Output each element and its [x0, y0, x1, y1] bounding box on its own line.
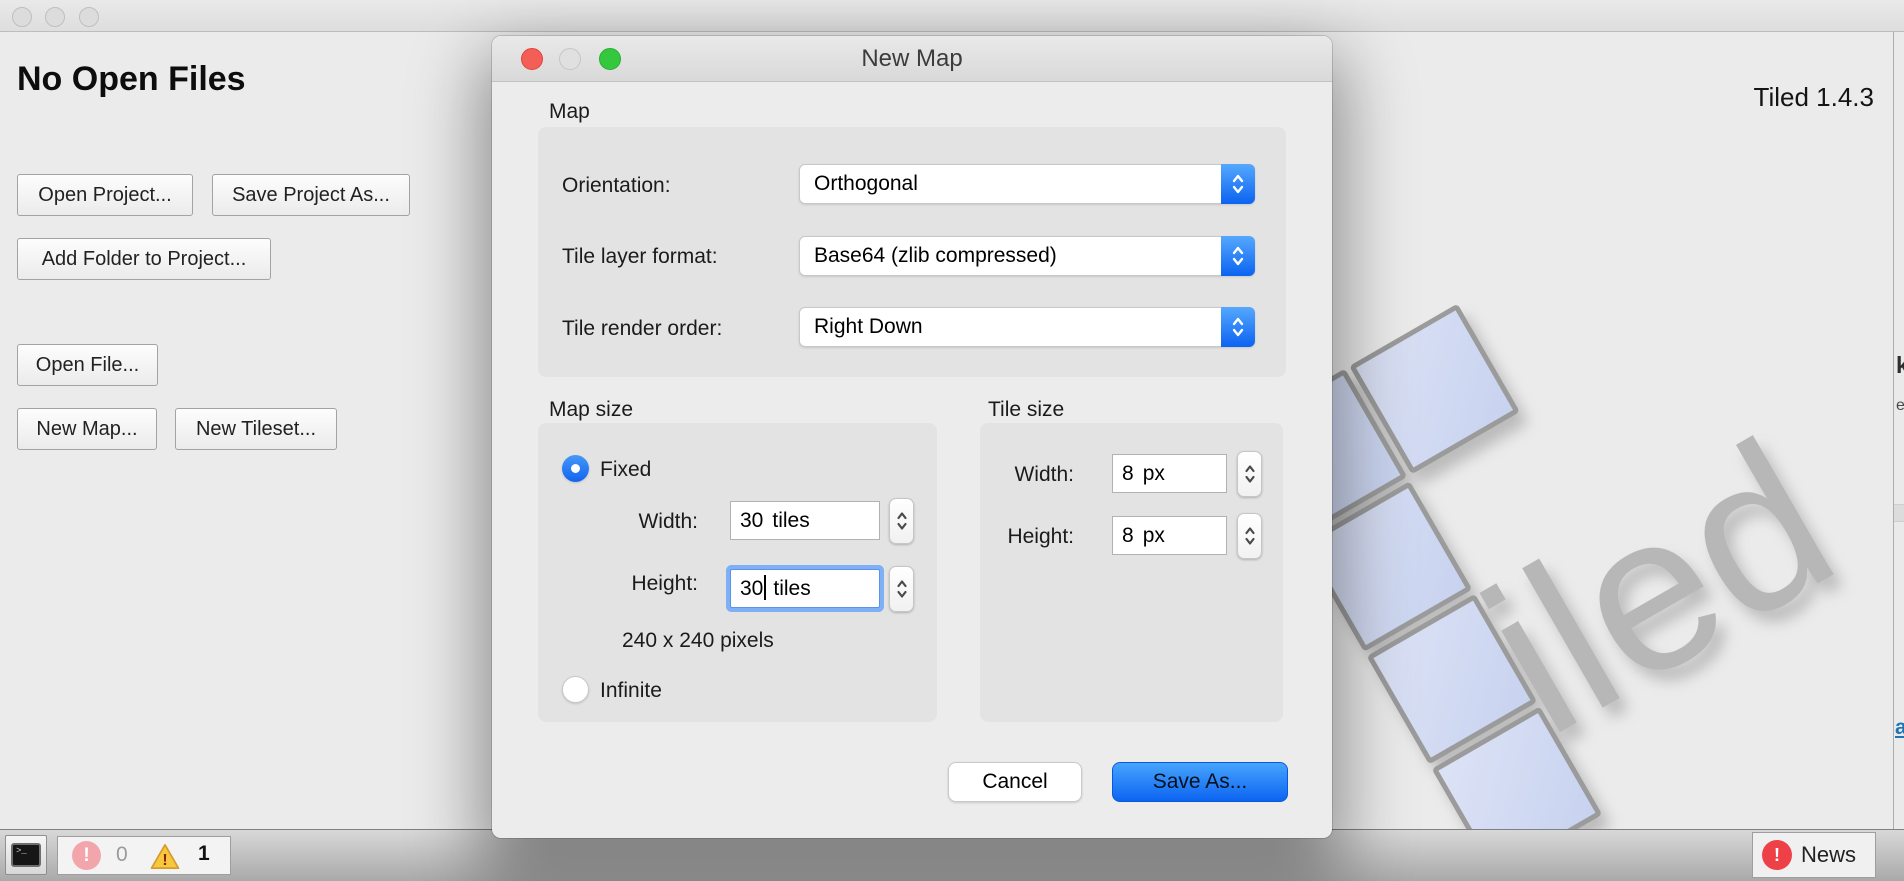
issues-counter-panel[interactable]: ! 0 ! 1 [57, 836, 231, 875]
clipped-text-fragment: e [1896, 397, 1904, 415]
minimize-window-button[interactable] [45, 7, 65, 27]
clipped-link-fragment[interactable]: a [1895, 716, 1904, 740]
clipped-divider [1894, 504, 1904, 522]
map-width-label: Width: [612, 510, 698, 534]
map-height-stepper[interactable] [889, 566, 914, 612]
map-group-label: Map [549, 100, 590, 124]
console-toggle-button[interactable]: >_ [5, 835, 47, 875]
orientation-value: Orthogonal [814, 165, 918, 203]
open-file-button[interactable]: Open File... [17, 344, 158, 386]
tile-render-order-select[interactable]: Right Down [799, 307, 1255, 347]
map-width-input[interactable]: 30tiles [730, 501, 880, 540]
tile-height-label: Height: [974, 525, 1074, 549]
fixed-radio-label: Fixed [600, 458, 651, 482]
tile-render-order-value: Right Down [814, 308, 923, 346]
right-edge-panel: k e a [1893, 32, 1904, 829]
popup-arrows-icon [1221, 307, 1255, 347]
open-project-button[interactable]: Open Project... [17, 174, 193, 216]
console-icon: >_ [11, 843, 41, 867]
popup-arrows-icon [1221, 236, 1255, 276]
map-width-stepper[interactable] [889, 498, 914, 544]
infinite-radio[interactable] [562, 676, 589, 703]
new-map-button[interactable]: New Map... [17, 408, 157, 450]
warning-icon: ! [150, 843, 180, 875]
add-folder-to-project-button[interactable]: Add Folder to Project... [17, 238, 271, 280]
popup-arrows-icon [1221, 164, 1255, 204]
error-icon: ! [72, 841, 101, 870]
tile-width-stepper[interactable] [1237, 451, 1262, 497]
error-count: 0 [116, 843, 128, 867]
tile-width-label: Width: [974, 463, 1074, 487]
map-height-label: Height: [602, 572, 698, 596]
main-window-titlebar [0, 0, 1904, 32]
fixed-radio[interactable] [562, 455, 589, 482]
zoom-window-button[interactable] [79, 7, 99, 27]
new-map-dialog: New Map Map Orientation: Orthogonal Tile… [492, 36, 1332, 838]
tile-width-input[interactable]: 8px [1112, 454, 1227, 493]
dialog-title: New Map [492, 36, 1332, 82]
map-size-group-label: Map size [549, 398, 633, 422]
new-tileset-button[interactable]: New Tileset... [175, 408, 337, 450]
news-button-label: News [1801, 842, 1856, 868]
save-as-button[interactable]: Save As... [1112, 762, 1288, 802]
save-project-as-button[interactable]: Save Project As... [212, 174, 410, 216]
clipped-text-fragment: k [1896, 352, 1904, 379]
pixel-size-summary: 240 x 240 pixels [622, 629, 774, 653]
text-cursor [764, 575, 766, 600]
map-height-input[interactable]: 30tiles [730, 569, 880, 608]
tile-layer-format-select[interactable]: Base64 (zlib compressed) [799, 236, 1255, 276]
close-window-button[interactable] [12, 7, 32, 27]
cancel-button[interactable]: Cancel [948, 762, 1082, 802]
tile-size-group-label: Tile size [988, 398, 1064, 422]
tile-layer-format-value: Base64 (zlib compressed) [814, 237, 1057, 275]
news-alert-icon: ! [1762, 840, 1792, 870]
infinite-radio-label: Infinite [600, 679, 662, 703]
warning-count: 1 [198, 842, 210, 866]
tile-height-stepper[interactable] [1237, 513, 1262, 559]
orientation-label: Orientation: [562, 174, 671, 198]
watermark-text: iled [1447, 394, 1870, 782]
tile-layer-format-label: Tile layer format: [562, 245, 718, 269]
tile-height-input[interactable]: 8px [1112, 516, 1227, 555]
svg-text:!: ! [162, 852, 167, 869]
news-button[interactable]: ! News [1752, 832, 1876, 878]
app-version-label: Tiled 1.4.3 [1754, 82, 1874, 113]
tile-render-order-label: Tile render order: [562, 317, 722, 341]
page-title: No Open Files [17, 60, 246, 99]
dialog-titlebar[interactable]: New Map [492, 36, 1332, 82]
orientation-select[interactable]: Orthogonal [799, 164, 1255, 204]
